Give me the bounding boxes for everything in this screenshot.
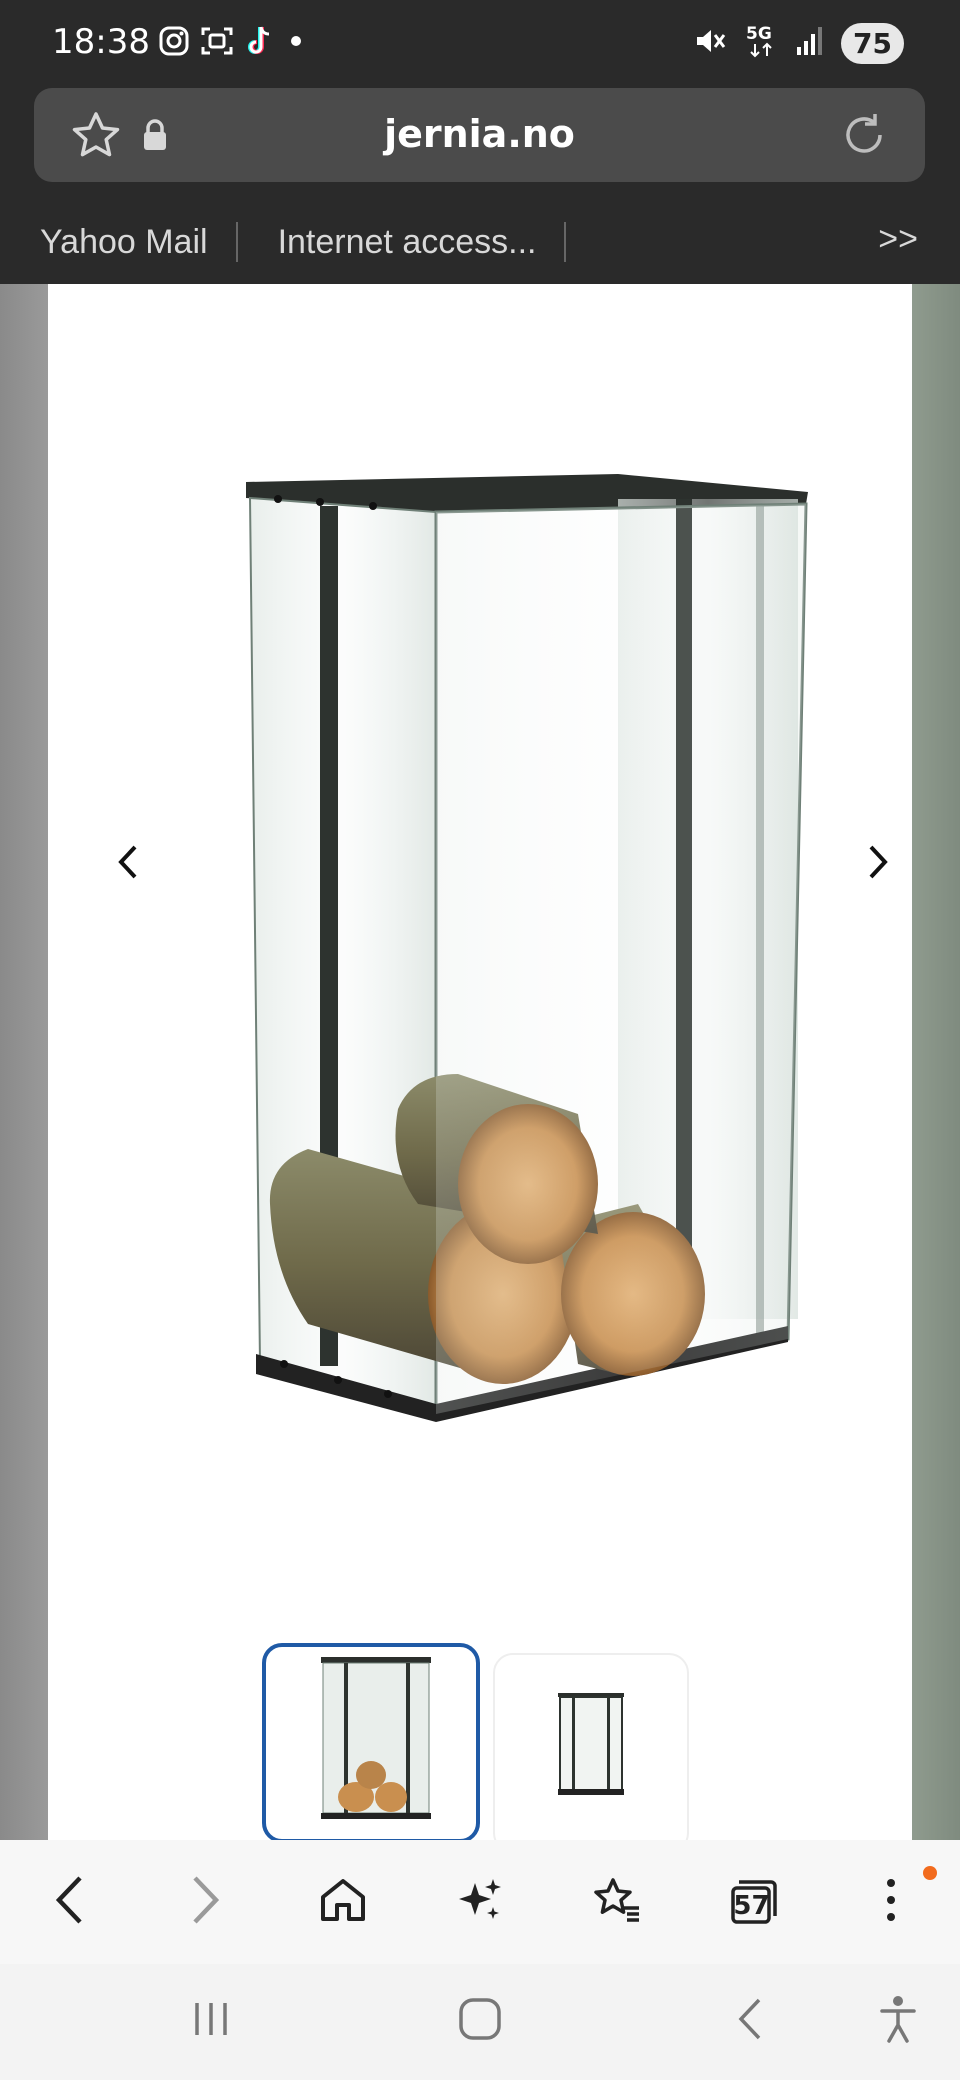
thumbnail-1[interactable] — [262, 1643, 480, 1843]
more-vertical-icon — [885, 1877, 897, 1928]
url-text[interactable]: jernia.no — [34, 112, 925, 156]
recent-apps-button[interactable] — [171, 1986, 251, 2056]
back-button[interactable] — [0, 1840, 137, 1964]
bookmark-divider — [564, 222, 567, 262]
reload-icon[interactable] — [839, 110, 889, 165]
bookmark-yahoo-mail[interactable]: Yahoo Mail — [0, 223, 236, 262]
dot-icon — [284, 31, 308, 56]
back-chevron-icon — [737, 1997, 763, 2046]
chevron-right-icon — [867, 844, 889, 885]
browser-toolbar: jernia.no Yahoo Mail Internet access... … — [0, 88, 960, 284]
forward-arrow-icon — [191, 1875, 221, 1930]
battery-indicator: 75 — [841, 23, 904, 64]
ai-assistant-button[interactable] — [411, 1840, 548, 1964]
svg-text:5G: 5G — [746, 24, 772, 44]
accessibility-button[interactable] — [858, 1986, 938, 2056]
forward-button[interactable] — [137, 1840, 274, 1964]
scan-icon — [200, 25, 234, 62]
chevron-left-icon — [117, 844, 139, 885]
browser-bottom-bar: 57 — [0, 1840, 960, 1964]
thumbnail-2[interactable] — [493, 1653, 689, 1853]
tab-count: 57 — [733, 1891, 770, 1921]
carousel-prev-button[interactable] — [98, 834, 158, 894]
status-time: 18:38 — [52, 22, 150, 62]
bookmarks-more-icon[interactable]: >> — [878, 220, 918, 259]
notification-dot — [923, 1866, 937, 1880]
star-list-icon — [591, 1876, 643, 1929]
recent-apps-icon — [191, 2001, 231, 2042]
bookmarks-bar: Yahoo Mail Internet access... >> — [0, 200, 960, 284]
system-icons: 5G 75 — [693, 22, 904, 65]
notification-icons — [158, 24, 308, 63]
tiktok-icon — [244, 24, 274, 63]
back-nav-button[interactable] — [710, 1986, 790, 2056]
home-icon — [319, 1877, 367, 1928]
signal-icon — [795, 25, 825, 62]
bookmarks-button[interactable] — [548, 1840, 685, 1964]
home-square-icon — [458, 1997, 502, 2046]
home-button[interactable] — [274, 1840, 411, 1964]
address-bar[interactable]: jernia.no — [34, 88, 925, 182]
instagram-icon — [158, 25, 190, 62]
product-gallery — [48, 284, 912, 1840]
status-bar: 18:38 5G 75 — [0, 0, 960, 88]
carousel-next-button[interactable] — [848, 834, 908, 894]
accessibility-icon — [878, 1995, 918, 2048]
home-nav-button[interactable] — [440, 1986, 520, 2056]
bookmark-internet-access[interactable]: Internet access... — [238, 223, 565, 262]
menu-button[interactable] — [822, 1840, 959, 1964]
5g-icon: 5G — [743, 22, 779, 65]
product-image[interactable] — [198, 374, 818, 1459]
mute-icon — [693, 24, 727, 63]
back-arrow-icon — [54, 1875, 84, 1930]
sparkle-icon — [455, 1875, 505, 1930]
system-navigation-bar — [0, 1964, 960, 2080]
tabs-button[interactable]: 57 — [685, 1840, 822, 1964]
